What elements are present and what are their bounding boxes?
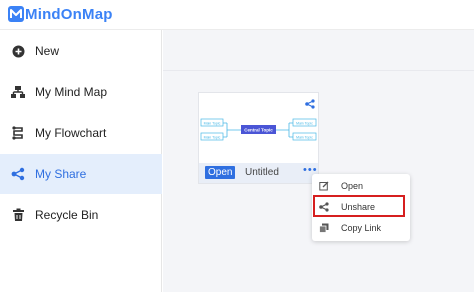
sidebar-item-label: My Share	[35, 167, 87, 181]
sidebar-item-label: New	[35, 44, 60, 58]
app-logo[interactable]: MindOnMap	[8, 4, 113, 24]
right-topic-1: Main Topic	[296, 122, 313, 126]
card-preview[interactable]: Main Topic Main Topic Main Topic Main To…	[199, 93, 318, 163]
menu-item-label: Copy Link	[341, 223, 382, 233]
open-button[interactable]: Open	[205, 166, 236, 179]
sidebar-item-label: My Flowchart	[35, 126, 107, 140]
edit-icon	[319, 181, 329, 191]
right-topic-2: Main Topic	[296, 136, 313, 140]
sidebar-item-label: Recycle Bin	[35, 208, 99, 222]
share-icon	[11, 167, 25, 181]
mind-map-thumbnail: Main Topic Main Topic Main Topic Main To…	[200, 118, 317, 141]
sidebar-item-my-flowchart[interactable]: My Flowchart	[0, 113, 162, 153]
left-topic-2: Main Topic	[204, 136, 221, 140]
flowchart-icon	[11, 126, 25, 140]
trash-icon	[11, 208, 25, 222]
card-footer: Open Untitled •••	[199, 163, 318, 183]
mind-map-icon	[11, 85, 25, 99]
menu-item-open[interactable]: Open	[312, 176, 410, 196]
sidebar-item-my-share[interactable]: My Share	[0, 154, 162, 194]
logo-text: MindOnMap	[25, 5, 113, 23]
sidebar-item-label: My Mind Map	[35, 85, 108, 99]
top-header: MindOnMap	[0, 0, 474, 30]
menu-item-label: Open	[341, 181, 364, 191]
sidebar-item-recycle-bin[interactable]: Recycle Bin	[0, 195, 162, 235]
left-topic-1: Main Topic	[204, 122, 221, 126]
map-card[interactable]: Main Topic Main Topic Main Topic Main To…	[198, 92, 319, 184]
plus-circle-icon	[11, 44, 25, 58]
copy-icon	[319, 223, 329, 233]
main-toolbar-area	[163, 30, 474, 71]
menu-item-copy-link[interactable]: Copy Link	[312, 218, 410, 238]
logo-mark-icon	[8, 6, 24, 22]
card-title: Untitled	[245, 167, 279, 178]
unshare-highlight-box	[313, 195, 405, 217]
center-topic: Central Topic	[244, 128, 273, 133]
card-share-icon	[305, 99, 315, 109]
sidebar-item-new[interactable]: New	[0, 31, 162, 71]
sidebar-item-my-mind-map[interactable]: My Mind Map	[0, 72, 162, 112]
sidebar: New My Mind Map My Flowchart My Share Re…	[0, 30, 162, 292]
